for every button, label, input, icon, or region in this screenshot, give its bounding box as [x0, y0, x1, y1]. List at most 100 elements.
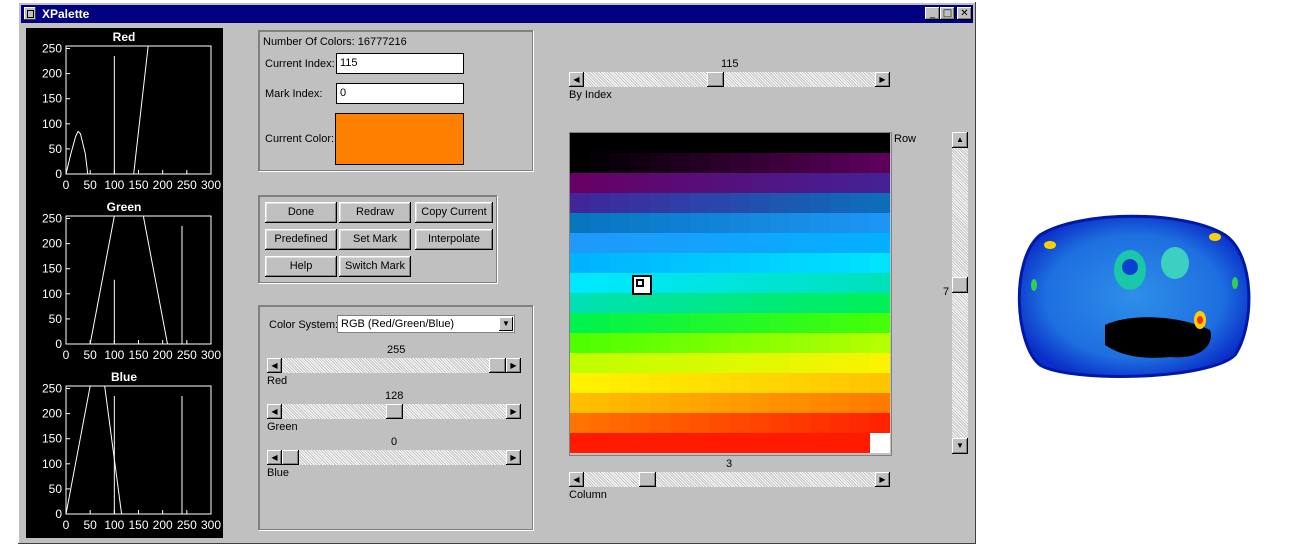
palette-cell[interactable] [650, 293, 670, 313]
green-slider[interactable]: ◀ ▶ [267, 404, 521, 419]
palette-cell[interactable] [810, 293, 830, 313]
palette-cell[interactable] [850, 273, 870, 293]
palette-cell[interactable] [870, 173, 890, 193]
palette-cell[interactable] [690, 273, 710, 293]
palette-cell[interactable] [730, 213, 750, 233]
palette-cell[interactable] [730, 313, 750, 333]
palette-cell[interactable] [810, 333, 830, 353]
palette-cell[interactable] [570, 313, 590, 333]
palette-cell[interactable] [870, 313, 890, 333]
palette-cell[interactable] [750, 273, 770, 293]
column-slider[interactable]: ◀ ▶ [569, 472, 890, 487]
palette-cell[interactable] [570, 273, 590, 293]
palette-cell[interactable] [830, 313, 850, 333]
palette-cell[interactable] [610, 213, 630, 233]
palette-cell[interactable] [610, 133, 630, 153]
palette-cell[interactable] [870, 193, 890, 213]
by-index-slider[interactable]: ◀ ▶ [569, 72, 890, 87]
palette-cell[interactable] [770, 393, 790, 413]
mark-index-input[interactable]: 0 [336, 83, 464, 104]
palette-cell[interactable] [710, 433, 730, 453]
palette-cell[interactable] [870, 393, 890, 413]
palette-cell[interactable] [770, 133, 790, 153]
palette-cell[interactable] [770, 373, 790, 393]
palette-cell[interactable] [590, 213, 610, 233]
palette-cell[interactable] [770, 273, 790, 293]
palette-cell[interactable] [750, 433, 770, 453]
palette-cell[interactable] [790, 133, 810, 153]
palette-cell[interactable] [810, 373, 830, 393]
palette-cell[interactable] [590, 393, 610, 413]
palette-cell[interactable] [730, 293, 750, 313]
palette-cell[interactable] [590, 433, 610, 453]
palette-cell[interactable] [590, 253, 610, 273]
palette-cell[interactable] [610, 433, 630, 453]
palette-cell[interactable] [810, 413, 830, 433]
palette-cell[interactable] [630, 333, 650, 353]
palette-cell[interactable] [790, 153, 810, 173]
palette-cell[interactable] [830, 193, 850, 213]
palette-cell[interactable] [610, 233, 630, 253]
interpolate-button[interactable]: Interpolate [415, 229, 493, 250]
palette-cell[interactable] [870, 293, 890, 313]
palette-cell[interactable] [570, 333, 590, 353]
row-slider-thumb[interactable] [952, 276, 968, 293]
palette-cell[interactable] [730, 413, 750, 433]
palette-cell[interactable] [670, 193, 690, 213]
green-slider-thumb[interactable] [385, 404, 403, 419]
palette-cell[interactable] [670, 353, 690, 373]
palette-cell[interactable] [810, 233, 830, 253]
palette-cell[interactable] [810, 213, 830, 233]
palette-cell[interactable] [730, 153, 750, 173]
palette-cell[interactable] [830, 133, 850, 153]
palette-cell[interactable] [690, 433, 710, 453]
scroll-right-icon[interactable]: ▶ [875, 72, 890, 87]
palette-cell[interactable] [850, 293, 870, 313]
palette-cell[interactable] [630, 253, 650, 273]
palette-cell[interactable] [830, 333, 850, 353]
palette-cell[interactable] [650, 393, 670, 413]
palette-cell[interactable] [770, 193, 790, 213]
scroll-up-icon[interactable]: ▲ [952, 132, 968, 148]
palette-cell[interactable] [710, 133, 730, 153]
palette-cell[interactable] [570, 193, 590, 213]
palette-cell[interactable] [650, 193, 670, 213]
palette-cell[interactable] [570, 293, 590, 313]
palette-cell[interactable] [610, 333, 630, 353]
palette-cell[interactable] [650, 273, 670, 293]
palette-cell[interactable] [810, 193, 830, 213]
palette-cell[interactable] [870, 213, 890, 233]
palette-cell[interactable] [870, 413, 890, 433]
palette-cell[interactable] [770, 153, 790, 173]
palette-cell[interactable] [730, 393, 750, 413]
palette-cell[interactable] [670, 153, 690, 173]
palette-cell[interactable] [750, 393, 770, 413]
palette-cell[interactable] [690, 133, 710, 153]
palette-cell[interactable] [590, 233, 610, 253]
palette-cell[interactable] [830, 413, 850, 433]
palette-cell[interactable] [650, 433, 670, 453]
palette-cell[interactable] [790, 433, 810, 453]
palette-cell[interactable] [770, 253, 790, 273]
palette-cell[interactable] [790, 253, 810, 273]
palette-cell[interactable] [670, 213, 690, 233]
palette-cell[interactable] [810, 433, 830, 453]
palette-cell[interactable] [730, 353, 750, 373]
palette-cell[interactable] [650, 373, 670, 393]
scroll-right-icon[interactable]: ▶ [875, 472, 890, 487]
palette-cell[interactable] [750, 293, 770, 313]
palette-cell[interactable] [770, 433, 790, 453]
palette-cell[interactable] [750, 133, 770, 153]
palette-cell[interactable] [810, 173, 830, 193]
palette-cell[interactable] [730, 233, 750, 253]
done-button[interactable]: Done [265, 202, 337, 223]
palette-cell[interactable] [770, 293, 790, 313]
palette-cell[interactable] [690, 233, 710, 253]
palette-cell[interactable] [650, 253, 670, 273]
palette-cell[interactable] [750, 373, 770, 393]
palette-cell[interactable] [590, 313, 610, 333]
palette-cell[interactable] [630, 373, 650, 393]
palette-cell[interactable] [730, 433, 750, 453]
palette-cell[interactable] [810, 253, 830, 273]
predefined-button[interactable]: Predefined [265, 229, 337, 250]
